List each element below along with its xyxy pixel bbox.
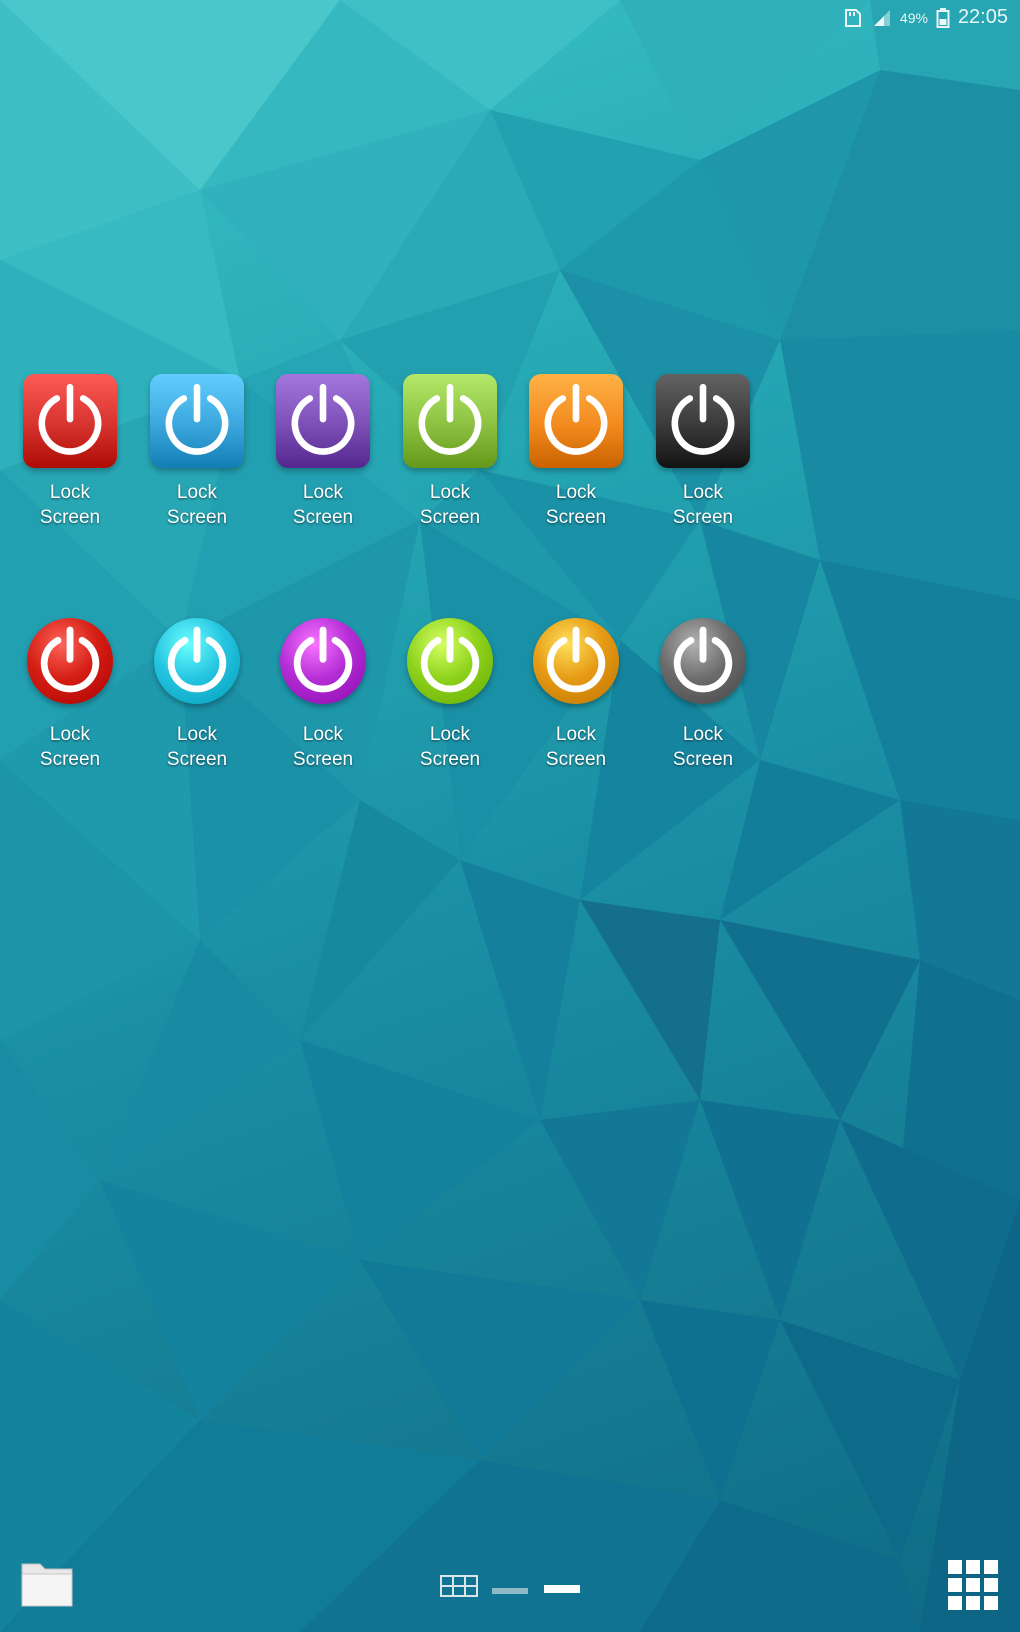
app-lock-screen-2-6[interactable]: Lock Screen (648, 614, 758, 784)
app-label: Lock Screen (419, 724, 481, 770)
app-label: Lock Screen (39, 482, 101, 528)
clock: 22:05 (957, 6, 1008, 28)
app-label: Lock Screen (419, 482, 481, 528)
app-grid: Lock Screen Lock Screen Lock Screen Lock Sc… (15, 372, 750, 772)
status-icons: 49% 22:05 (842, 6, 1008, 29)
app-row-round: Lock Screen Lock Screen Lock Screen Lock Sc… (15, 614, 746, 784)
grid-page-icon (440, 1575, 478, 1597)
wallpaper (0, 0, 1020, 1632)
app-lock-screen-1-5[interactable]: Lock Screen (521, 372, 631, 542)
power-icon (27, 618, 113, 704)
folder-icon (21, 1563, 73, 1607)
app-label: Lock Screen (292, 724, 354, 770)
app-lock-screen-2-4[interactable]: Lock Screen (395, 614, 505, 784)
power-icon (533, 618, 619, 704)
app-label: Lock Screen (545, 724, 607, 770)
power-icon (660, 618, 746, 704)
page-dash-icon (492, 1588, 528, 1594)
power-icon (154, 618, 240, 704)
page-indicator-2-active[interactable] (544, 1581, 580, 1599)
app-lock-screen-1-1[interactable]: Lock Screen (15, 372, 125, 542)
app-lock-screen-2-3[interactable]: Lock Screen (268, 614, 378, 784)
battery-icon (936, 7, 950, 29)
status-bar: 49% 22:05 (0, 0, 1020, 34)
app-lock-screen-1-4[interactable]: Lock Screen (395, 372, 505, 542)
app-lock-screen-2-1[interactable]: Lock Screen (15, 614, 125, 784)
sd-card-icon (842, 8, 864, 28)
power-icon (656, 374, 750, 468)
page-indicator-grid[interactable] (440, 1574, 478, 1603)
folder-button[interactable] (20, 1558, 74, 1608)
apps-button[interactable] (946, 1558, 1000, 1612)
power-icon (407, 618, 493, 704)
app-label: Lock Screen (292, 482, 354, 528)
signal-icon (872, 8, 892, 28)
battery-percent: 49% (899, 9, 928, 26)
app-lock-screen-1-2[interactable]: Lock Screen (142, 372, 252, 542)
app-lock-screen-2-2[interactable]: Lock Screen (142, 614, 252, 784)
app-lock-screen-2-5[interactable]: Lock Screen (521, 614, 631, 784)
app-lock-screen-1-3[interactable]: Lock Screen (268, 372, 378, 542)
power-icon (150, 374, 244, 468)
app-label: Lock Screen (166, 724, 228, 770)
app-label: Lock Screen (166, 482, 228, 528)
page-indicators (440, 1574, 580, 1602)
app-label: Lock Screen (545, 482, 607, 528)
page-dash-icon (544, 1585, 580, 1593)
power-icon (403, 374, 497, 468)
power-icon (280, 618, 366, 704)
app-label: Lock Screen (39, 724, 101, 770)
app-label: Lock Screen (672, 482, 734, 528)
app-label: Lock Screen (672, 724, 734, 770)
app-row-square: Lock Screen Lock Screen Lock Screen Lock Sc… (15, 372, 750, 542)
page-indicator-1[interactable] (492, 1582, 528, 1600)
power-icon (529, 374, 623, 468)
app-lock-screen-1-6[interactable]: Lock Screen (648, 372, 758, 542)
power-icon (276, 374, 370, 468)
apps-grid-icon (948, 1560, 998, 1610)
power-icon (23, 374, 117, 468)
